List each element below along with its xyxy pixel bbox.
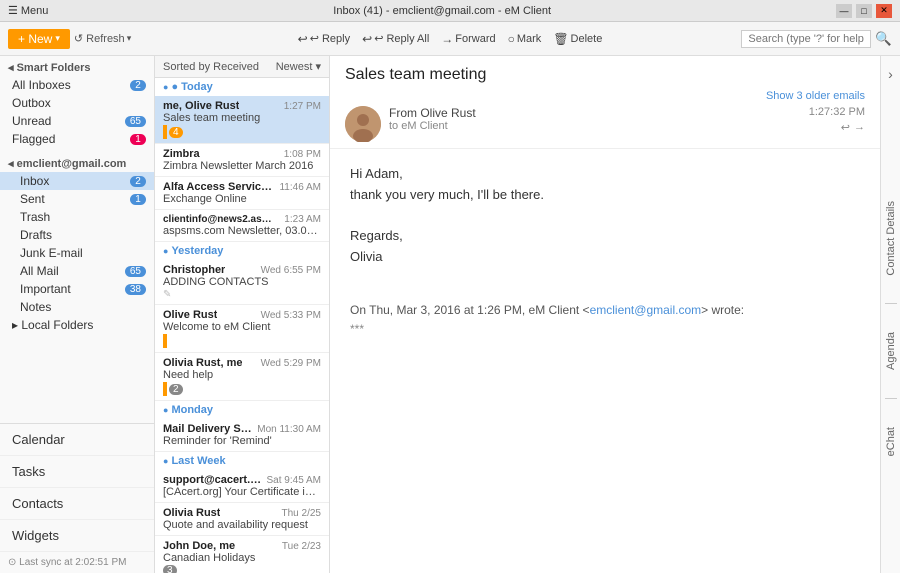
collapse-right-panel-button[interactable]: › bbox=[883, 64, 898, 84]
toolbar-left: + New ▾ ↺ Refresh ▾ bbox=[8, 29, 168, 49]
toolbar: + New ▾ ↺ Refresh ▾ ↩ ↩ Reply ↩ ↩ Reply … bbox=[0, 22, 900, 56]
mark-button[interactable]: ○ Mark bbox=[503, 30, 547, 48]
sender-avatar bbox=[345, 106, 381, 142]
message-item-10[interactable]: John Doe, me Tue 2/23 Canadian Holidays … bbox=[155, 536, 329, 573]
reply-all-button[interactable]: ↩ ↩ Reply All bbox=[357, 30, 434, 48]
sidebar: ◂ Smart Folders All Inboxes 2 Outbox Unr… bbox=[0, 56, 155, 573]
sidebar-nav-calendar[interactable]: Calendar bbox=[0, 424, 154, 456]
refresh-button[interactable]: ↺ Refresh ▾ bbox=[74, 32, 131, 45]
email-from-row: From Olive Rust to eM Client 1:27:32 PM … bbox=[345, 106, 865, 142]
sidebar-item-important[interactable]: Important 38 bbox=[0, 280, 154, 298]
menu-icon[interactable]: ☰ Menu bbox=[8, 4, 48, 17]
group-yesterday: ● Yesterday bbox=[155, 242, 329, 260]
account-title[interactable]: ◂ emclient@gmail.com bbox=[0, 152, 154, 172]
message-item-5[interactable]: Olive Rust Wed 5:33 PM Welcome to eM Cli… bbox=[155, 305, 329, 353]
tab-divider2 bbox=[885, 398, 897, 399]
sidebar-nav-contacts[interactable]: Contacts bbox=[0, 488, 154, 520]
email-header: Sales team meeting Show 3 older emails F… bbox=[330, 56, 880, 149]
tab-echat[interactable]: eChat bbox=[883, 419, 899, 464]
email-meta-bar: Show 3 older emails bbox=[345, 90, 865, 102]
message-list-header: Sorted by Received Newest ▾ bbox=[155, 56, 329, 78]
sidebar-item-junk[interactable]: Junk E-mail bbox=[0, 244, 154, 262]
message-item-9[interactable]: Olivia Rust Thu 2/25 Quote and availabil… bbox=[155, 503, 329, 536]
window-title: Inbox (41) - emclient@gmail.com - eM Cli… bbox=[48, 5, 836, 17]
tab-divider bbox=[885, 303, 897, 304]
main-layout: ◂ Smart Folders All Inboxes 2 Outbox Unr… bbox=[0, 56, 900, 573]
quote-email-link[interactable]: emclient@gmail.com bbox=[590, 303, 702, 317]
sidebar-item-all-mail[interactable]: All Mail 65 bbox=[0, 262, 154, 280]
email-body-line3: Regards, bbox=[350, 226, 860, 247]
email-action-buttons: ↩ → bbox=[841, 121, 865, 134]
tab-agenda[interactable]: Agenda bbox=[883, 324, 899, 378]
email-timestamp: 1:27:32 PM bbox=[809, 106, 865, 118]
reply-button[interactable]: ↩ ↩ Reply bbox=[293, 30, 355, 48]
reply-small-button[interactable]: ↩ bbox=[841, 121, 850, 134]
sidebar-item-trash[interactable]: Trash bbox=[0, 208, 154, 226]
close-button[interactable]: ✕ bbox=[876, 4, 892, 18]
message-item-8[interactable]: support@cacert.org Sat 9:45 AM [CAcert.o… bbox=[155, 470, 329, 503]
show-older-link[interactable]: Show 3 older emails bbox=[766, 90, 865, 102]
email-quote-header: On Thu, Mar 3, 2016 at 1:26 PM, eM Clien… bbox=[350, 301, 860, 320]
smart-folders-title[interactable]: ◂ Smart Folders bbox=[0, 56, 154, 76]
email-body-line1: Hi Adam, bbox=[350, 164, 860, 185]
message-list: Sorted by Received Newest ▾ ● ● Today me… bbox=[155, 56, 330, 573]
email-from-details: From Olive Rust to eM Client bbox=[389, 106, 801, 132]
new-dropdown-arrow[interactable]: ▾ bbox=[55, 33, 60, 44]
orange-flag-badge bbox=[163, 125, 167, 139]
group-monday: ● Monday bbox=[155, 401, 329, 419]
orange-flag-badge bbox=[163, 382, 167, 396]
titlebar: ☰ Menu Inbox (41) - emclient@gmail.com -… bbox=[0, 0, 900, 22]
delete-button[interactable]: 🗑 Delete bbox=[548, 30, 607, 48]
message-item-4[interactable]: Christopher Wed 6:55 PM ADDING CONTACTS … bbox=[155, 260, 329, 305]
email-quote-marker: *** bbox=[350, 320, 860, 339]
message-item-0[interactable]: me, Olive Rust 1:27 PM Sales team meetin… bbox=[155, 96, 329, 144]
toolbar-center: ↩ ↩ Reply ↩ ↩ Reply All → Forward ○ Mark… bbox=[172, 30, 728, 48]
sidebar-item-outbox[interactable]: Outbox bbox=[0, 94, 154, 112]
forward-small-button[interactable]: → bbox=[854, 121, 865, 134]
message-item-1[interactable]: Zimbra 1:08 PM Zimbra Newsletter March 2… bbox=[155, 144, 329, 177]
minimize-button[interactable]: — bbox=[836, 4, 852, 18]
sidebar-item-all-inboxes[interactable]: All Inboxes 2 bbox=[0, 76, 154, 94]
message-item-3[interactable]: clientinfo@news2.aspsms.com 1:23 AM asps… bbox=[155, 210, 329, 242]
sidebar-item-drafts[interactable]: Drafts bbox=[0, 226, 154, 244]
sync-status: ⊙ Last sync at 2:02:51 PM bbox=[0, 552, 154, 573]
message-item-7[interactable]: Mail Delivery Subsystem Mon 11:30 AM Rem… bbox=[155, 419, 329, 452]
new-button[interactable]: + New ▾ bbox=[8, 29, 70, 49]
sidebar-footer: Calendar Tasks Contacts Widgets ⊙ Last s… bbox=[0, 423, 154, 573]
email-body: Hi Adam, thank you very much, I'll be th… bbox=[330, 149, 880, 573]
orange-flag-badge bbox=[163, 334, 167, 348]
maximize-button[interactable]: □ bbox=[856, 4, 872, 18]
window-controls: — □ ✕ bbox=[836, 4, 892, 18]
sidebar-item-inbox[interactable]: Inbox 2 bbox=[0, 172, 154, 190]
sidebar-item-flagged[interactable]: Flagged 1 bbox=[0, 130, 154, 148]
email-body-line4: Olivia bbox=[350, 247, 860, 268]
email-subject: Sales team meeting bbox=[345, 66, 865, 84]
search-icon-button[interactable]: 🔍 bbox=[875, 31, 892, 47]
sidebar-nav-widgets[interactable]: Widgets bbox=[0, 520, 154, 552]
sidebar-nav-tasks[interactable]: Tasks bbox=[0, 456, 154, 488]
sidebar-item-local-folders[interactable]: ▸ Local Folders bbox=[0, 316, 154, 334]
sidebar-item-sent[interactable]: Sent 1 bbox=[0, 190, 154, 208]
message-item-2[interactable]: Alfa Access Services Ltd 11:46 AM Exchan… bbox=[155, 177, 329, 210]
sidebar-item-notes[interactable]: Notes bbox=[0, 298, 154, 316]
email-view: Sales team meeting Show 3 older emails F… bbox=[330, 56, 880, 573]
right-panel: › Contact Details Agenda eChat bbox=[880, 56, 900, 573]
search-input[interactable] bbox=[741, 30, 871, 48]
forward-button[interactable]: → Forward bbox=[436, 30, 500, 48]
group-last-week: ● Last Week bbox=[155, 452, 329, 470]
sidebar-item-unread[interactable]: Unread 65 bbox=[0, 112, 154, 130]
email-to: to eM Client bbox=[389, 120, 801, 132]
group-today: ● ● Today bbox=[155, 78, 329, 96]
email-from-name: From Olive Rust bbox=[389, 106, 801, 120]
toolbar-right: 🔍 bbox=[732, 30, 892, 48]
message-item-6[interactable]: Olivia Rust, me Wed 5:29 PM Need help 2 bbox=[155, 353, 329, 401]
tab-contact-details[interactable]: Contact Details bbox=[883, 193, 899, 284]
email-body-line2: thank you very much, I'll be there. bbox=[350, 185, 860, 206]
